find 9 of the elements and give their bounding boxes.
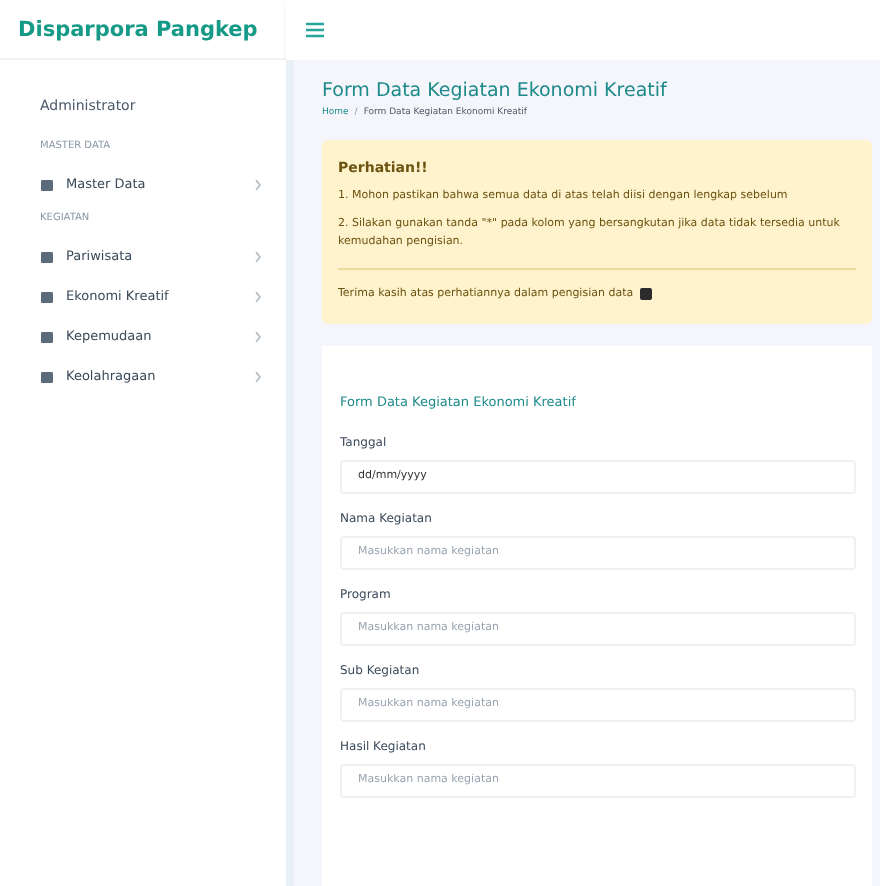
square-icon [639,287,652,300]
chevron-icon [254,291,262,301]
chevron-icon [254,331,262,341]
page-title: Form Data Kegiatan Ekonomi Kreatif [322,80,669,102]
chevron-icon [254,251,262,261]
chevron-icon [254,371,262,381]
chevron-icon [254,179,262,189]
brand-title: Disparpora Pangkep [0,0,286,60]
menu-icon[interactable] [302,18,328,42]
